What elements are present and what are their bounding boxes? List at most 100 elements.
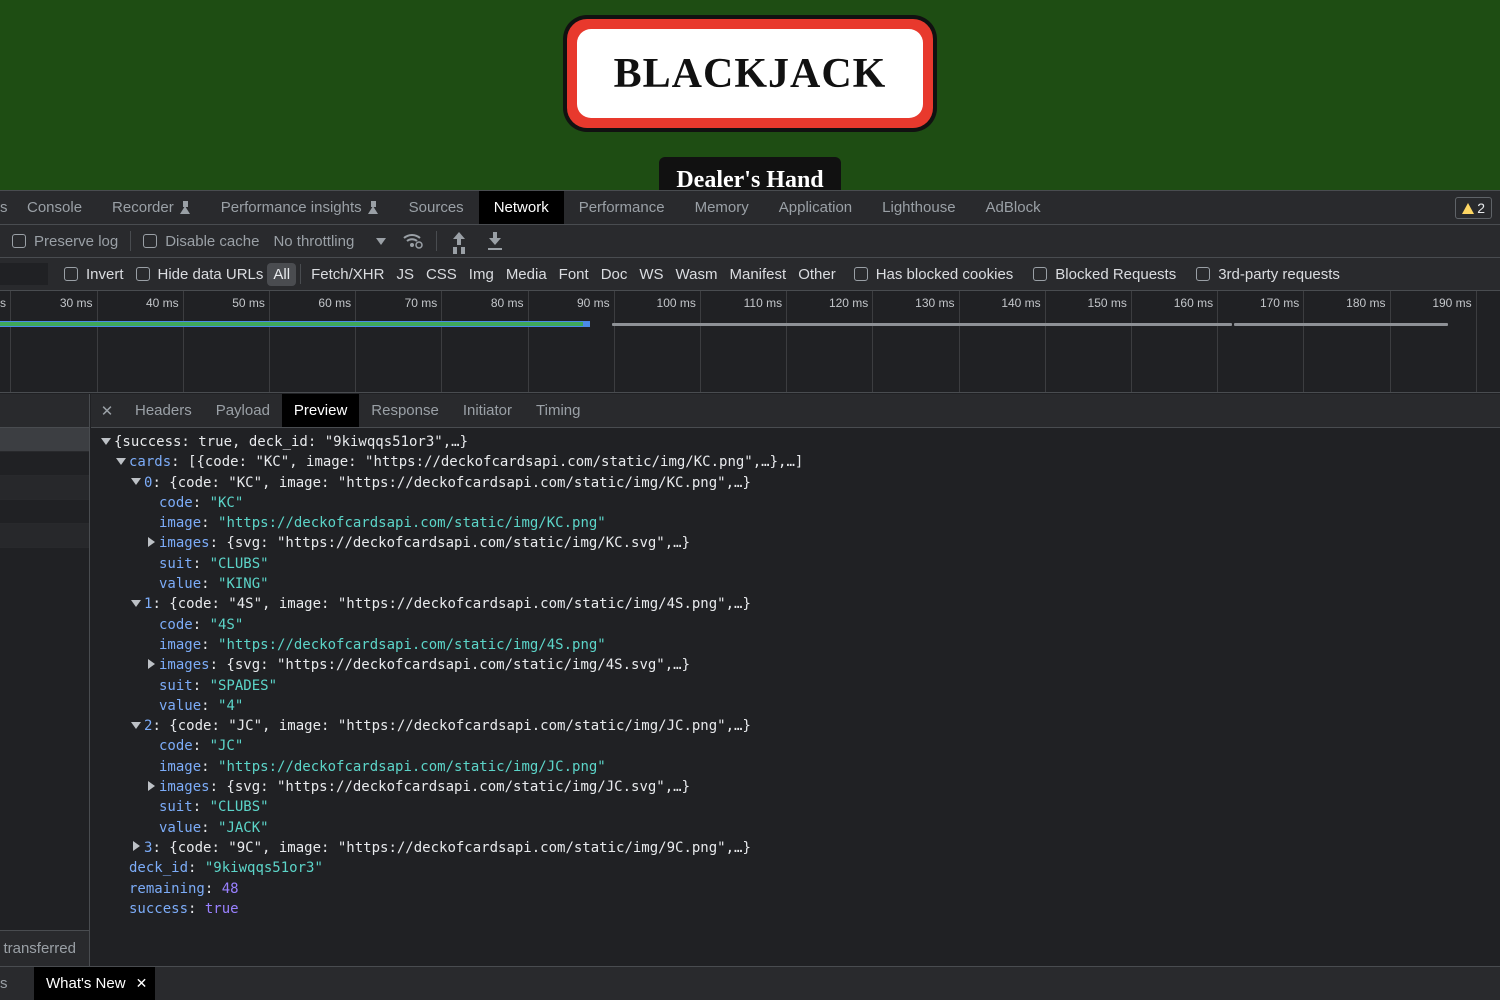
throttling-select[interactable]: No throttling bbox=[273, 233, 387, 250]
tab-response[interactable]: Response bbox=[359, 394, 451, 427]
experiment-flask-icon bbox=[367, 201, 379, 214]
tab-payload[interactable]: Payload bbox=[204, 394, 282, 427]
json-tree-row: value: "KING" bbox=[91, 574, 1500, 594]
json-key: image bbox=[159, 636, 202, 653]
tab-preview[interactable]: Preview bbox=[281, 394, 360, 427]
json-str: "4" bbox=[218, 697, 244, 714]
import-har-icon[interactable] bbox=[451, 232, 467, 250]
table-row[interactable] bbox=[0, 500, 89, 524]
json-text: : bbox=[192, 738, 210, 755]
tab-performance[interactable]: Performance bbox=[564, 191, 680, 224]
tab-overflow-fragment[interactable]: s bbox=[0, 199, 12, 216]
filter-type-font[interactable]: Font bbox=[553, 263, 595, 286]
json-tree-row[interactable]: images: {svg: "https://deckofcardsapi.co… bbox=[91, 655, 1500, 675]
filter-type-media[interactable]: Media bbox=[500, 263, 553, 286]
filter-type-manifest[interactable]: Manifest bbox=[724, 263, 793, 286]
filter-type-all[interactable]: All bbox=[267, 262, 297, 286]
json-tree-row[interactable]: images: {svg: "https://deckofcardsapi.co… bbox=[91, 777, 1500, 797]
filter-type-fetch-xhr[interactable]: Fetch/XHR bbox=[305, 263, 390, 286]
network-conditions-icon[interactable] bbox=[402, 232, 424, 250]
filter-type-other[interactable]: Other bbox=[792, 263, 842, 286]
json-tree-row[interactable]: 3: {code: "9C", image: "https://deckofca… bbox=[91, 838, 1500, 858]
json-tree-row[interactable]: images: {svg: "https://deckofcardsapi.co… bbox=[91, 533, 1500, 553]
blocked-requests-checkbox[interactable]: Blocked Requests bbox=[1033, 266, 1176, 283]
json-str: "CLUBS" bbox=[209, 799, 269, 816]
filter-type-img[interactable]: Img bbox=[463, 263, 500, 286]
has-blocked-cookies-checkbox[interactable]: Has blocked cookies bbox=[853, 266, 1013, 283]
json-tree-row[interactable]: 1: {code: "4S", image: "https://deckofca… bbox=[91, 594, 1500, 614]
filter-type-ws[interactable]: WS bbox=[633, 263, 669, 286]
invert-checkbox[interactable]: Invert bbox=[64, 266, 124, 283]
expanded-arrow-icon[interactable] bbox=[129, 719, 144, 731]
table-row[interactable] bbox=[0, 452, 89, 476]
tab-recorder[interactable]: Recorder bbox=[97, 191, 206, 224]
export-har-icon[interactable] bbox=[487, 232, 503, 250]
filter-type-js[interactable]: JS bbox=[390, 263, 420, 286]
table-row[interactable] bbox=[0, 428, 89, 452]
disable-cache-checkbox[interactable]: Disable cache bbox=[143, 233, 259, 250]
json-tree-row[interactable]: 0: {code: "KC", image: "https://deckofca… bbox=[91, 473, 1500, 493]
preserve-log-checkbox[interactable]: Preserve log bbox=[12, 233, 118, 250]
request-bar-gray bbox=[612, 323, 1232, 326]
tab-adblock[interactable]: AdBlock bbox=[971, 191, 1056, 224]
collapsed-arrow-icon[interactable] bbox=[144, 658, 159, 670]
filter-type-doc[interactable]: Doc bbox=[595, 263, 634, 286]
hide-data-urls-checkbox[interactable]: Hide data URLs bbox=[135, 266, 263, 283]
json-key: remaining bbox=[129, 880, 205, 897]
json-text: : {svg: "https://deckofcardsapi.com/stat… bbox=[209, 535, 691, 552]
tab-network[interactable]: Network bbox=[478, 191, 564, 224]
tab-memory[interactable]: Memory bbox=[680, 191, 764, 224]
tab-console[interactable]: Console bbox=[12, 191, 97, 224]
tab-timing[interactable]: Timing bbox=[524, 394, 592, 427]
filter-type-css[interactable]: CSS bbox=[420, 263, 463, 286]
json-text: : {code: "4S", image: "https://deckofcar… bbox=[152, 596, 751, 613]
expanded-arrow-icon[interactable] bbox=[99, 435, 114, 447]
warnings-badge[interactable]: 2 bbox=[1455, 197, 1492, 219]
tab-sources[interactable]: Sources bbox=[394, 191, 479, 224]
network-overview-timeline[interactable]: s 30 ms 40 ms 50 ms 60 ms 70 ms 80 ms 90 ms 100… bbox=[0, 291, 1500, 393]
collapsed-arrow-icon[interactable] bbox=[144, 780, 159, 792]
json-tree-row[interactable]: {success: true, deck_id: "9kiwqqs51or3",… bbox=[91, 432, 1500, 452]
tick-label-fragment: s bbox=[0, 296, 6, 310]
tab-whats-new[interactable]: What's New ✕ bbox=[34, 967, 156, 1000]
json-tree-row[interactable]: 2: {code: "JC", image: "https://deckofca… bbox=[91, 716, 1500, 736]
json-key: code bbox=[159, 738, 193, 755]
close-icon[interactable]: ✕ bbox=[136, 975, 148, 992]
tab-application[interactable]: Application bbox=[764, 191, 867, 224]
filter-input[interactable] bbox=[0, 263, 48, 285]
third-party-requests-checkbox[interactable]: 3rd-party requests bbox=[1196, 266, 1340, 283]
tab-performance-insights[interactable]: Performance insights bbox=[206, 191, 394, 224]
experiment-flask-icon bbox=[179, 201, 191, 214]
json-key: value bbox=[159, 576, 202, 593]
filter-type-wasm[interactable]: Wasm bbox=[670, 263, 724, 286]
json-tree-row: suit: "CLUBS" bbox=[91, 797, 1500, 817]
drawer-tab-fragment[interactable]: s bbox=[0, 975, 34, 992]
json-key: image bbox=[159, 758, 202, 775]
table-row[interactable] bbox=[0, 524, 89, 548]
collapsed-arrow-icon[interactable] bbox=[144, 536, 159, 548]
expanded-arrow-icon[interactable] bbox=[129, 475, 144, 487]
json-text: : {code: "9C", image: "https://deckofcar… bbox=[152, 839, 751, 856]
collapsed-arrow-icon[interactable] bbox=[129, 840, 144, 852]
tab-initiator[interactable]: Initiator bbox=[451, 394, 524, 427]
checkbox-icon bbox=[1196, 267, 1211, 281]
close-icon[interactable]: ✕ bbox=[91, 402, 123, 420]
table-row[interactable] bbox=[0, 476, 89, 500]
json-str: "JC" bbox=[209, 738, 244, 755]
tab-lighthouse[interactable]: Lighthouse bbox=[867, 191, 970, 224]
json-text: : bbox=[192, 616, 210, 633]
json-bool: true bbox=[204, 900, 239, 917]
json-str: "https://deckofcardsapi.com/static/img/4… bbox=[218, 636, 606, 653]
detail-tabbar: ✕ Headers Payload Preview Response Initiator… bbox=[91, 394, 1500, 428]
json-tree-row[interactable]: cards: [{code: "KC", image: "https://dec… bbox=[91, 452, 1500, 472]
json-text: : bbox=[192, 799, 210, 816]
json-str: "KC" bbox=[209, 494, 244, 511]
expanded-arrow-icon[interactable] bbox=[114, 455, 129, 467]
expanded-arrow-icon[interactable] bbox=[129, 597, 144, 609]
tab-headers[interactable]: Headers bbox=[123, 394, 204, 427]
